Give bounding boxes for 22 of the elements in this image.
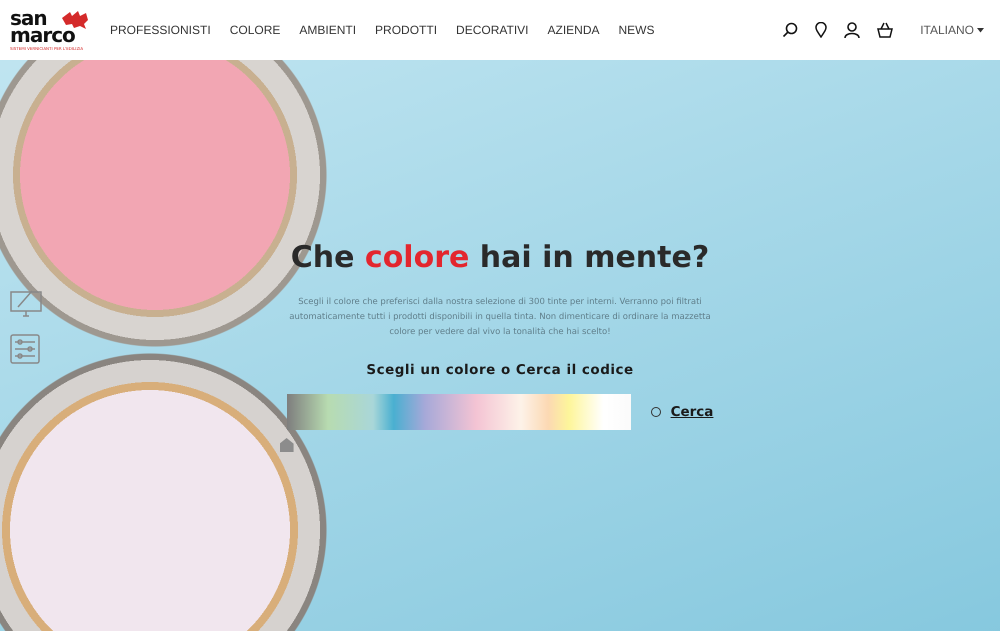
- user-icon[interactable]: [844, 22, 860, 38]
- nav-link[interactable]: COLORE: [230, 23, 280, 37]
- hero-description: Scegli il colore che preferisci dalla nostra selezione di 300 tinte per interni. Verranno poi filtrati automaticamente tutti i prodotti disponibili in quella tinta. Non dimenticare di ordinare la mazzetta colore per vedere dal vivo la tonalità che hai scelto!: [288, 296, 712, 339]
- nav-link[interactable]: AZIENDA: [548, 23, 600, 37]
- search-icon[interactable]: [782, 22, 798, 38]
- picker-heading: Scegli un colore o Cerca il codice: [366, 362, 634, 378]
- radio-button[interactable]: [650, 407, 661, 417]
- nav-link[interactable]: NEWS: [618, 23, 655, 37]
- search-link[interactable]: Cerca: [670, 404, 714, 420]
- logo-text: marco: [10, 26, 75, 44]
- hero-title: Che colore hai in mente?: [290, 240, 710, 275]
- basket-icon[interactable]: [877, 22, 894, 38]
- caret-icon: [977, 28, 984, 32]
- map-pin-icon[interactable]: [815, 22, 828, 38]
- nav-link[interactable]: AMBIENTI: [299, 23, 356, 37]
- language-selector[interactable]: ITALIANO: [920, 23, 984, 37]
- logo-text: san: [10, 10, 47, 26]
- slider-thumb[interactable]: [280, 438, 294, 452]
- nav-link[interactable]: DECORATIVI: [456, 23, 528, 37]
- nav-link[interactable]: PROFESSIONISTI: [110, 23, 211, 37]
- nav-link[interactable]: PRODOTTI: [375, 23, 438, 37]
- sliders-icon[interactable]: [10, 334, 40, 364]
